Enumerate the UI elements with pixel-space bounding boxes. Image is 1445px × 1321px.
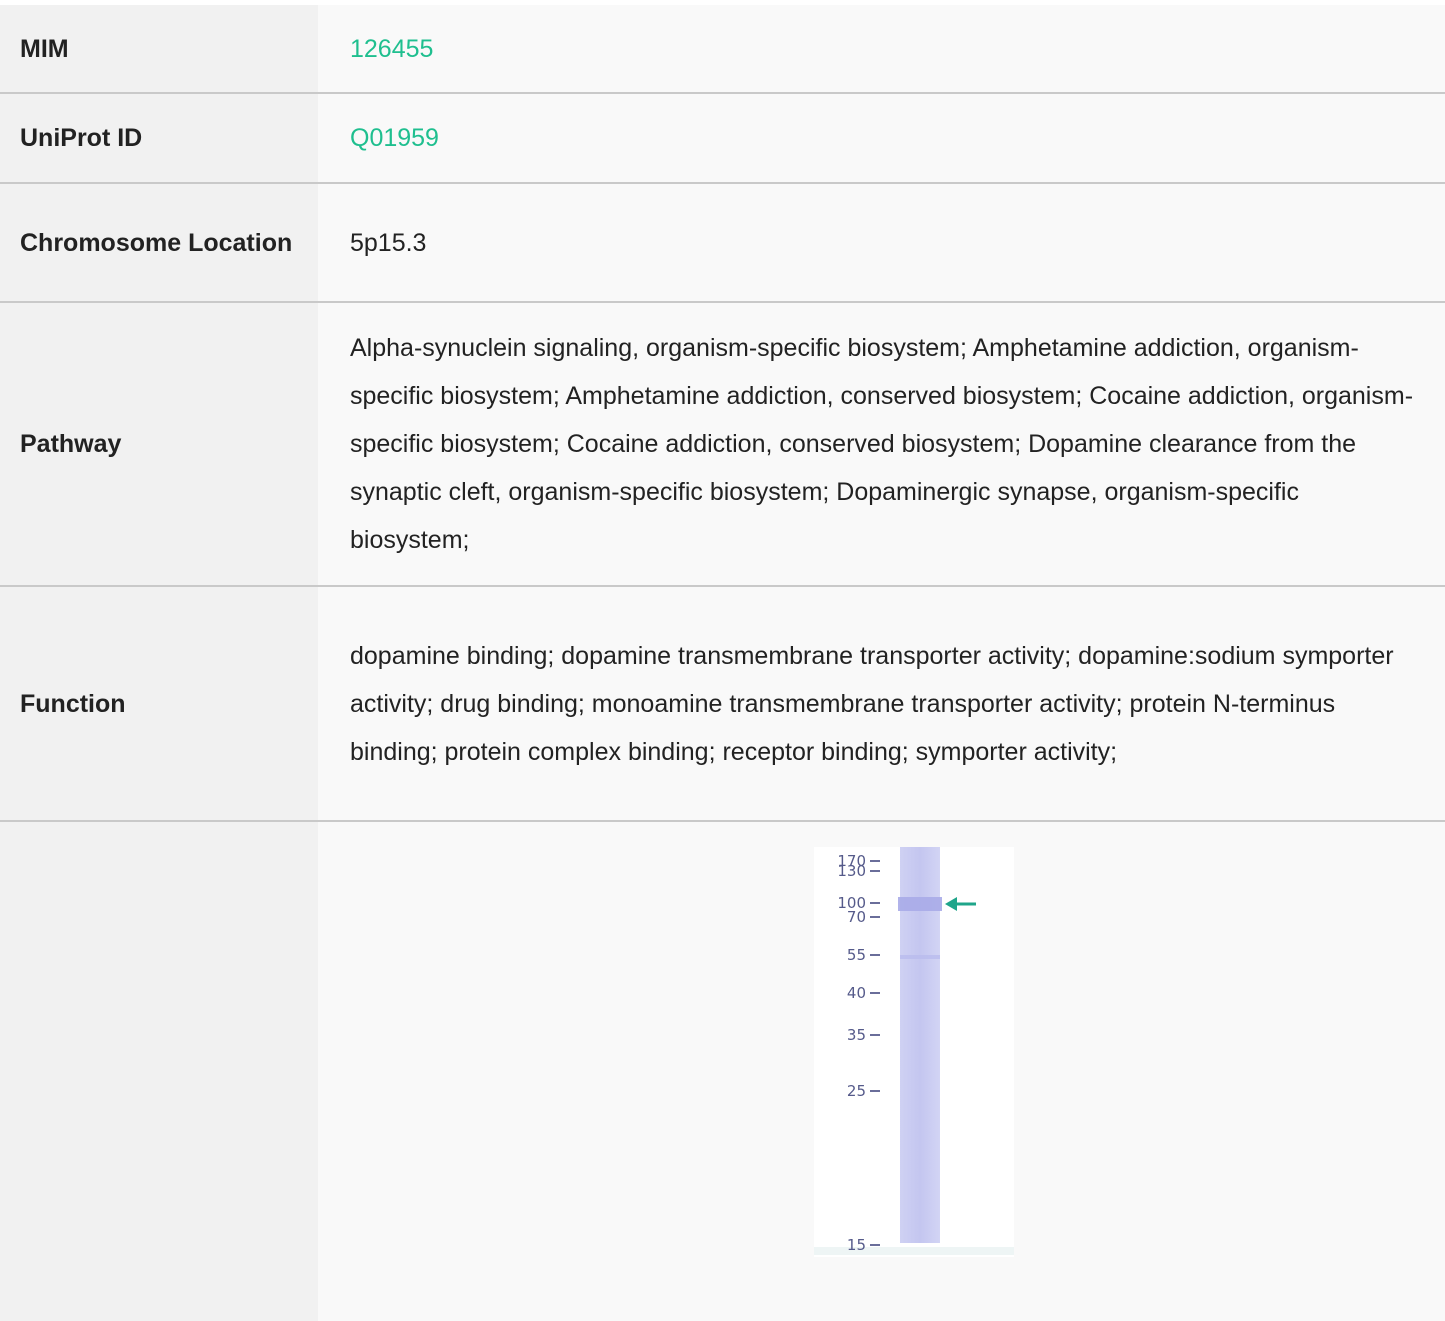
gel-marker-label: 40 <box>847 984 866 1002</box>
chromosome-value: 5p15.3 <box>318 183 1445 303</box>
mim-label: MIM <box>0 5 318 94</box>
gel-band-main <box>898 897 942 911</box>
gel-marker-label: 70 <box>847 908 866 926</box>
gel-band-minor <box>900 955 940 959</box>
gel-marker-label: 55 <box>847 946 866 964</box>
function-label: Function <box>0 586 318 822</box>
mim-value-cell: 126455 <box>318 5 1445 94</box>
product-info-table: MIM 126455 UniProt ID Q01959 Chromosome … <box>0 5 1445 1321</box>
row-pathway: Pathway Alpha-synuclein signaling, organ… <box>0 302 1445 587</box>
gel-bottom-edge <box>814 1247 1014 1255</box>
uniprot-value-cell: Q01959 <box>318 93 1445 184</box>
sds-page-gel-image: 170 130 100 70 55 40 35 25 15 <box>814 847 1014 1257</box>
uniprot-label: UniProt ID <box>0 93 318 184</box>
row-uniprot: UniProt ID Q01959 <box>0 93 1445 184</box>
pathway-value: Alpha-synuclein signaling, organism-spec… <box>318 302 1445 587</box>
mim-link[interactable]: 126455 <box>350 35 433 63</box>
image-cell: 170 130 100 70 55 40 35 25 15 <box>318 821 1445 1321</box>
gel-svg: 170130100705540352515 <box>814 847 1014 1257</box>
row-function: Function dopamine binding; dopamine tran… <box>0 586 1445 822</box>
function-value: dopamine binding; dopamine transmembrane… <box>318 586 1445 822</box>
gel-marker-label: 15 <box>847 1236 866 1254</box>
uniprot-link[interactable]: Q01959 <box>350 124 439 152</box>
gel-marker-label: 35 <box>847 1026 866 1044</box>
row-mim: MIM 126455 <box>0 5 1445 94</box>
pathway-label: Pathway <box>0 302 318 587</box>
chromosome-label: Chromosome Location <box>0 183 318 303</box>
row-image: 170 130 100 70 55 40 35 25 15 <box>0 821 1445 1321</box>
gel-marker-label: 130 <box>837 862 866 880</box>
gel-marker-label: 25 <box>847 1082 866 1100</box>
image-label-cell <box>0 821 318 1321</box>
row-chromosome: Chromosome Location 5p15.3 <box>0 183 1445 303</box>
